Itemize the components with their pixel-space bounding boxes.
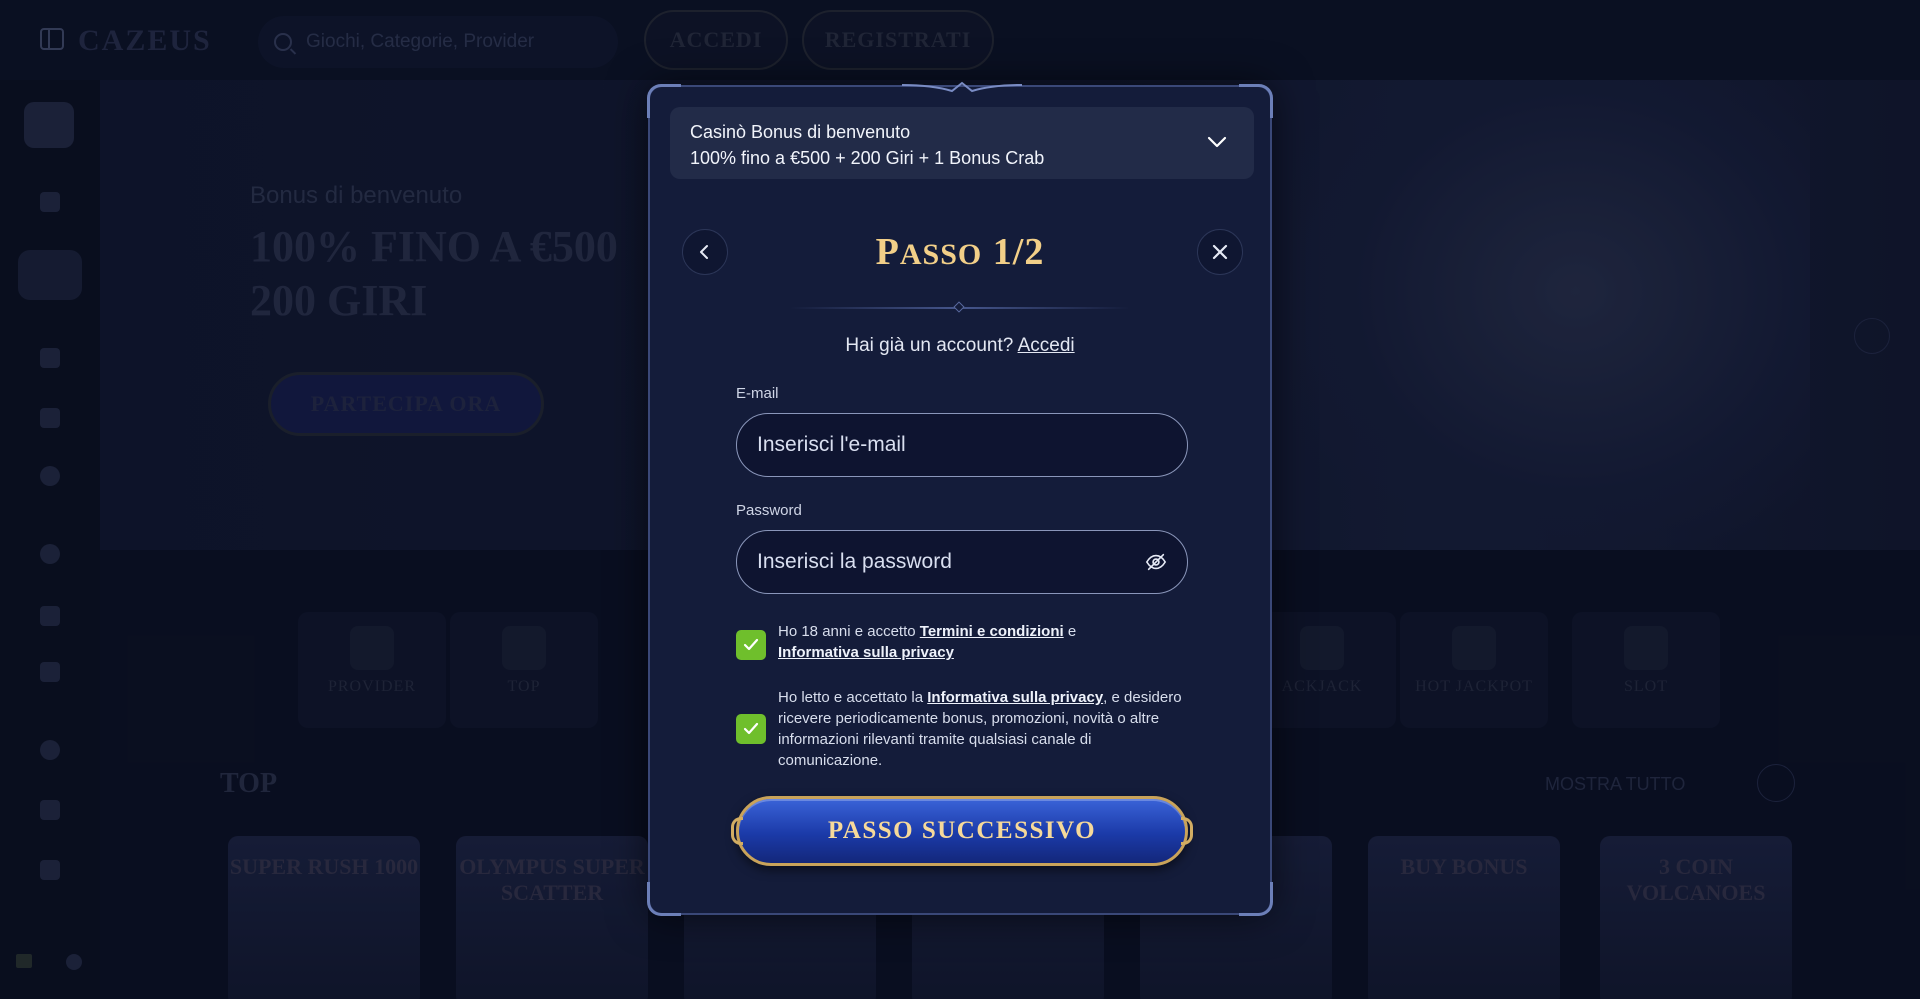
terms-text: Ho 18 anni e accetto Termini e condizion… <box>778 621 1188 663</box>
terms-link[interactable]: Termini e condizioni <box>920 623 1064 640</box>
email-input[interactable] <box>757 433 1167 457</box>
frame-corner <box>1239 882 1273 916</box>
step-title-initial: P <box>875 231 900 273</box>
bonus-description: 100% fino a €500 + 200 Giri + 1 Bonus Cr… <box>690 148 1045 168</box>
email-label: E-mail <box>736 385 779 402</box>
password-field[interactable] <box>736 530 1188 594</box>
marketing-text-pre: Ho letto e accettato la <box>778 689 928 706</box>
password-label: Password <box>736 502 802 519</box>
marketing-text: Ho letto e accettato la Informativa sull… <box>778 687 1188 771</box>
marketing-checkbox[interactable] <box>736 714 766 744</box>
have-account-label: Hai già un account? <box>845 335 1014 356</box>
terms-text-mid: e <box>1063 623 1077 640</box>
registration-modal: Casinò Bonus di benvenuto 100% fino a €5… <box>647 81 1273 916</box>
bonus-selector[interactable]: Casinò Bonus di benvenuto 100% fino a €5… <box>670 107 1254 179</box>
checkmark-icon <box>743 638 759 651</box>
step-title-rest: ASSO <box>899 238 983 271</box>
terms-text-pre: Ho 18 anni e accetto <box>778 623 920 640</box>
email-field[interactable] <box>736 413 1188 477</box>
close-button[interactable] <box>1197 229 1243 275</box>
next-step-label: PASSO SUCCESSIVO <box>827 817 1097 844</box>
have-account-text: Hai già un account? Accedi <box>650 335 1270 357</box>
button-ornament <box>1181 817 1193 845</box>
chevron-down-icon <box>1207 136 1227 148</box>
step-counter: 1/2 <box>982 231 1045 273</box>
login-link[interactable]: Accedi <box>1018 335 1075 356</box>
password-input[interactable] <box>757 550 1145 574</box>
eye-off-icon[interactable] <box>1145 551 1167 573</box>
bonus-title: Casinò Bonus di benvenuto <box>690 122 911 142</box>
frame-ornament-icon <box>902 81 1022 93</box>
frame-corner <box>647 882 681 916</box>
step-title: PASSO 1/2 <box>650 230 1270 274</box>
privacy-link[interactable]: Informativa sulla privacy <box>778 644 954 661</box>
next-step-button[interactable]: PASSO SUCCESSIVO <box>731 796 1193 866</box>
terms-consent: Ho 18 anni e accetto Termini e condizion… <box>736 621 1188 667</box>
checkmark-icon <box>743 722 759 735</box>
divider-diamond-icon <box>953 301 965 313</box>
privacy-link[interactable]: Informativa sulla privacy <box>927 689 1103 706</box>
button-ornament <box>731 817 743 845</box>
close-icon <box>1212 244 1228 260</box>
terms-checkbox[interactable] <box>736 630 766 660</box>
marketing-consent: Ho letto e accettato la Informativa sull… <box>736 687 1188 773</box>
